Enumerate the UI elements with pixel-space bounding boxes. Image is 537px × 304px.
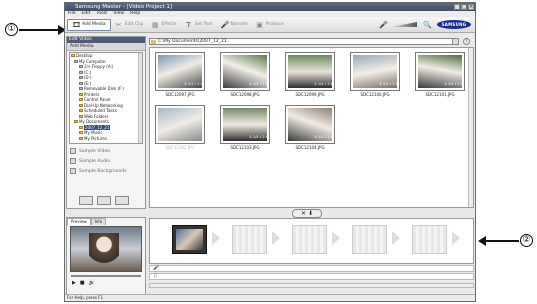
panel-buttons <box>79 196 129 205</box>
set-text-button[interactable]: T Set Text <box>181 19 217 31</box>
video-icon <box>70 148 76 154</box>
media-thumbnail[interactable]: $ 1/4 ♯ 2.8 SDC12099.JPG <box>284 51 336 98</box>
preview-video <box>70 226 142 272</box>
media-thumbnail[interactable]: $ 1/4 ♯ 2.8 SDC12101.JPG <box>414 51 466 98</box>
music-note-icon: ♫ <box>153 273 158 279</box>
preview-seek-slider[interactable] <box>71 275 141 277</box>
sample-backgrounds-item[interactable]: Sample Backgrounds <box>70 166 142 176</box>
add-to-storyboard-button[interactable] <box>79 196 93 205</box>
tree-scrollbar[interactable] <box>138 53 142 143</box>
status-text: For Help, press F1 <box>67 295 104 300</box>
status-bar: For Help, press F1 <box>65 294 475 301</box>
preview-tabs: Preview Info <box>67 218 145 225</box>
app-window: Samsung Master - [Video Project 1] _ □ ×… <box>64 2 476 302</box>
storyboard <box>149 218 474 264</box>
tab-preview[interactable]: Preview <box>67 218 91 225</box>
storyboard-empty-slot[interactable] <box>292 225 327 254</box>
callout-1: ① <box>5 23 18 36</box>
media-thumbnail[interactable]: $ 1/4 ♯ 2.8 SDC12103.JPG <box>219 104 271 151</box>
storyboard-scrollbar[interactable] <box>149 283 474 288</box>
grid-scrollbar[interactable] <box>468 48 473 207</box>
storyboard-clip[interactable] <box>172 225 207 254</box>
produce-icon: ▣ <box>256 20 263 29</box>
panel-subheader: Add Media <box>67 43 145 51</box>
tab-info[interactable]: Info <box>90 218 107 225</box>
storyboard-empty-slot[interactable] <box>412 225 447 254</box>
narrate-button[interactable]: 🎤 Narrate <box>217 19 252 31</box>
background-icon <box>70 168 76 174</box>
narrate-icon: 🎤 <box>220 20 230 29</box>
media-browser-panel: Edit Video Add Media Desktop My Computer… <box>66 36 146 209</box>
audio-icon <box>70 158 76 164</box>
samsung-logo: SAMSUNG <box>437 20 471 29</box>
title-bar: Samsung Master - [Video Project 1] _ □ × <box>65 3 475 11</box>
media-thumbnail[interactable]: $ 1/4 ♯ 2.8 SDC12098.JPG <box>219 51 271 98</box>
callout-1-arrow <box>19 29 61 31</box>
microphone-icon: 🎤 <box>153 265 160 271</box>
window-title: Samsung Master - [Video Project 1] <box>75 4 173 10</box>
transition-arrow[interactable] <box>332 231 340 245</box>
media-thumbnail[interactable]: SDC12102.JPG <box>154 104 206 151</box>
narration-track[interactable]: 🎤 <box>149 265 474 272</box>
add-media-icon: 🎞 <box>72 20 81 29</box>
download-icon[interactable]: ⬇ <box>308 210 313 217</box>
edit-clip-button[interactable]: ✂ Edit Clip <box>111 19 148 31</box>
transition-arrow[interactable] <box>212 231 220 245</box>
sample-list: Sample Video Sample Audio Sample Backgro… <box>70 146 142 176</box>
media-thumbnail[interactable]: $ 1/4 ♯ 2.8 SDC12100.JPG <box>349 51 401 98</box>
storyboard-toggle-controls[interactable]: ✕ ⬇ <box>292 209 322 218</box>
callout-2: ② <box>520 234 533 247</box>
stop-icon[interactable]: ■ <box>80 280 85 286</box>
tree-item[interactable]: My Pictures <box>70 136 142 142</box>
search-icon[interactable]: 🔍 <box>423 21 432 29</box>
transition-arrow[interactable] <box>272 231 280 245</box>
volume-icon[interactable]: 🔊 <box>89 280 95 286</box>
path-field[interactable]: C:\My Documents\2007_12_21 <box>149 38 459 45</box>
help-icon[interactable]: ? <box>463 38 470 45</box>
path-dropdown-button[interactable] <box>452 39 458 44</box>
close-icon[interactable]: ✕ <box>301 210 306 217</box>
play-icon[interactable]: ▶ <box>72 280 76 286</box>
microphone-icon[interactable]: 🎤 <box>379 21 388 29</box>
minimize-button[interactable]: _ <box>454 4 460 10</box>
produce-button[interactable]: ▣ Produce <box>252 19 288 31</box>
sample-audio-item[interactable]: Sample Audio <box>70 156 142 166</box>
media-thumbnail[interactable]: $ 1/1 ♯ 2.0 SDC12097.JPG <box>154 51 206 98</box>
storyboard-empty-slot[interactable] <box>352 225 387 254</box>
main-toolbar: 🎞 Add Media ✂ Edit Clip ▦ Effects T Set … <box>65 17 475 33</box>
volume-slider[interactable] <box>391 22 417 27</box>
close-button[interactable]: × <box>468 4 474 10</box>
edit-clip-icon: ✂ <box>115 20 122 29</box>
add-media-button[interactable]: 🎞 Add Media <box>67 18 111 31</box>
effects-button[interactable]: ▦ Effects <box>147 19 180 31</box>
folder-tree: Desktop My Computer 3½ Floppy (A:) (C:) … <box>69 52 143 144</box>
folder-icon <box>151 40 156 44</box>
callout-2-arrow <box>484 240 519 242</box>
set-text-icon: T <box>186 20 192 29</box>
preview-panel: Preview Info ▶ ■ 🔊 <box>66 217 146 299</box>
media-thumbnail[interactable]: $ 1/4 ♯ 2.8 SDC12104.JPG <box>284 104 336 151</box>
transition-arrow[interactable] <box>392 231 400 245</box>
effects-icon: ▦ <box>152 20 159 29</box>
sample-video-item[interactable]: Sample Video <box>70 146 142 156</box>
playback-controls: ▶ ■ 🔊 <box>72 280 140 286</box>
media-grid: $ 1/1 ♯ 2.0 SDC12097.JPG $ 1/4 ♯ 2.8 SDC… <box>149 47 474 208</box>
transition-arrow[interactable] <box>452 231 460 245</box>
maximize-button[interactable]: □ <box>461 4 467 10</box>
tools-button[interactable] <box>115 196 129 205</box>
music-track[interactable]: ♫ <box>149 273 474 280</box>
callout-2-arrowhead <box>478 236 486 246</box>
storyboard-empty-slot[interactable] <box>232 225 267 254</box>
edit-button[interactable] <box>97 196 111 205</box>
